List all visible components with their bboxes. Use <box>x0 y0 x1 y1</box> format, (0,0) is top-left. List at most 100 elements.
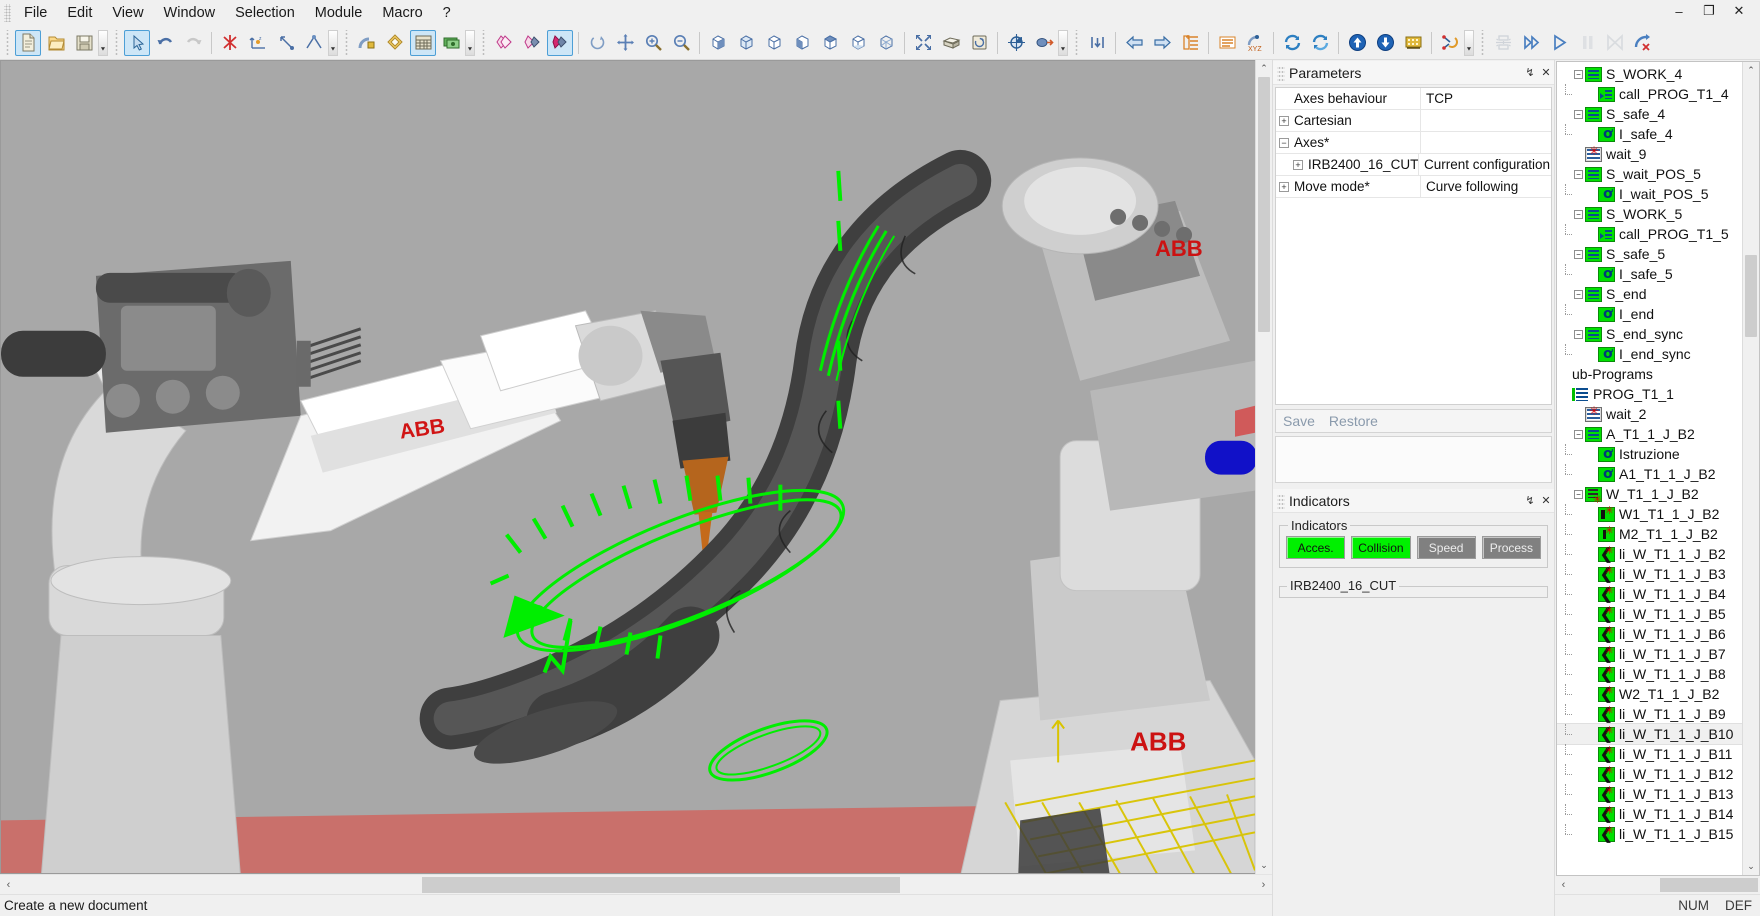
parameter-row[interactable]: Axes behaviour TCP <box>1276 88 1551 110</box>
tree-node[interactable]: li_W_T1_1_J_B12 <box>1557 764 1742 784</box>
upload-icon[interactable] <box>1344 30 1370 56</box>
tree-vscroll-thumb[interactable] <box>1745 255 1757 337</box>
save-button[interactable]: Save <box>1276 413 1322 429</box>
tree-node[interactable]: li_W_T1_1_J_B3 <box>1557 564 1742 584</box>
parameters-grid[interactable]: Axes behaviour TCP + Cartesian − Axes* +… <box>1275 87 1552 405</box>
robot-lock-icon[interactable] <box>354 30 380 56</box>
tree-node[interactable]: call_PROG_T1_4 <box>1557 84 1742 104</box>
minimize-button[interactable]: – <box>1664 0 1694 22</box>
row-expander[interactable]: + <box>1276 181 1292 192</box>
tree-expander[interactable]: − <box>1572 429 1585 439</box>
tree-expander[interactable]: − <box>1572 169 1585 179</box>
layers-icon[interactable] <box>382 30 408 56</box>
tree-vscroll-track[interactable] <box>1743 79 1759 858</box>
tree-node[interactable]: PROG_T1_1 <box>1557 384 1742 404</box>
program-tree-list[interactable]: − S_WORK_4 call_PROG_T1_4 − S_safe_4 I_safe_4… <box>1557 62 1742 875</box>
tree-node[interactable]: li_W_T1_1_J_B4 <box>1557 584 1742 604</box>
toolbar-overflow-file[interactable] <box>98 29 108 56</box>
tree-node[interactable]: − A_T1_1_J_B2 <box>1557 424 1742 444</box>
tree-node[interactable]: li_W_T1_1_J_B15 <box>1557 824 1742 844</box>
tree-node[interactable]: li_W_T1_1_J_B7 <box>1557 644 1742 664</box>
tree-expander[interactable]: − <box>1572 209 1585 219</box>
tree-expander[interactable]: − <box>1572 329 1585 339</box>
scroll-left-button[interactable]: ‹ <box>0 879 17 891</box>
menu-edit[interactable]: Edit <box>57 1 102 25</box>
tree-hscroll-thumb[interactable] <box>1660 878 1758 892</box>
tree-node[interactable]: − S_end_sync <box>1557 324 1742 344</box>
tree-node[interactable]: A1_T1_1_J_B2 <box>1557 464 1742 484</box>
menu-window[interactable]: Window <box>154 1 226 25</box>
view-top-icon[interactable] <box>817 30 843 56</box>
money-icon[interactable] <box>438 30 464 56</box>
menu-view[interactable]: View <box>102 1 153 25</box>
tree-expand-box[interactable]: − <box>1574 109 1583 119</box>
tree-node[interactable]: Istruzione <box>1557 444 1742 464</box>
indicator-access[interactable]: Acces. <box>1286 536 1346 559</box>
insert-step-icon[interactable] <box>1084 30 1110 56</box>
parameter-row[interactable]: + IRB2400_16_CUT Current configuration <box>1276 154 1551 176</box>
download-icon[interactable] <box>1372 30 1398 56</box>
toolbar-grip-robot[interactable] <box>343 29 351 56</box>
zoom-out-icon[interactable] <box>668 30 694 56</box>
tree-scroll-up-button[interactable]: ⌃ <box>1743 62 1759 79</box>
view-iso-icon[interactable] <box>705 30 731 56</box>
pick-point-icon[interactable] <box>1031 30 1057 56</box>
view-front-icon[interactable] <box>733 30 759 56</box>
tree-scroll-down-button[interactable]: ⌄ <box>1743 858 1759 875</box>
section-icon[interactable] <box>966 30 992 56</box>
pan-icon[interactable] <box>612 30 638 56</box>
fit-all-icon[interactable] <box>910 30 936 56</box>
view-back-icon[interactable] <box>761 30 787 56</box>
save-document-icon[interactable] <box>71 30 97 56</box>
maximize-button[interactable]: ❐ <box>1694 0 1724 22</box>
tree-node[interactable]: I_wait_POS_5 <box>1557 184 1742 204</box>
parameter-value[interactable]: Curve following <box>1421 179 1551 194</box>
zoom-in-icon[interactable] <box>640 30 666 56</box>
tree-node[interactable]: call_PROG_T1_5 <box>1557 224 1742 244</box>
refresh-blue-icon[interactable] <box>1307 30 1333 56</box>
hscroll-track[interactable] <box>17 876 1255 894</box>
menu-selection[interactable]: Selection <box>225 1 305 25</box>
tree-expander[interactable]: − <box>1572 109 1585 119</box>
view-wire-icon[interactable] <box>873 30 899 56</box>
tree-node[interactable]: li_W_T1_1_J_B2 <box>1557 544 1742 564</box>
box-shade-icon[interactable] <box>938 30 964 56</box>
close-icon[interactable]: ✕ <box>1538 492 1554 510</box>
pin-icon[interactable]: ↯ <box>1522 64 1538 82</box>
menu-help[interactable]: ? <box>433 1 461 25</box>
menu-grip[interactable] <box>4 3 11 22</box>
xyz-icon[interactable]: XYZ <box>1242 30 1268 56</box>
chip-icon[interactable] <box>1400 30 1426 56</box>
indicator-speed[interactable]: Speed <box>1416 536 1476 559</box>
tree-vertical-scrollbar[interactable]: ⌃ ⌄ <box>1742 62 1759 875</box>
tree-node[interactable]: − S_safe_4 <box>1557 104 1742 124</box>
close-icon[interactable]: ✕ <box>1538 64 1554 82</box>
tree-node[interactable]: − S_safe_5 <box>1557 244 1742 264</box>
tree-node[interactable]: li_W_T1_1_J_B13 <box>1557 784 1742 804</box>
expand-box[interactable]: + <box>1293 159 1303 170</box>
fill-layer-icon[interactable] <box>547 29 573 56</box>
tree-node[interactable]: − S_end <box>1557 284 1742 304</box>
grid-table-icon[interactable] <box>410 29 436 56</box>
hscroll-thumb[interactable] <box>422 876 900 893</box>
rotate-point-icon[interactable] <box>273 30 299 56</box>
tree-node[interactable]: I_end <box>1557 304 1742 324</box>
viewport-vertical-scrollbar[interactable]: ⌃ ⌄ <box>1255 60 1272 874</box>
tree-node[interactable]: ub-Programs <box>1557 364 1742 384</box>
vscroll-track[interactable] <box>1256 77 1272 857</box>
open-document-icon[interactable] <box>43 30 69 56</box>
scroll-up-button[interactable]: ⌃ <box>1256 60 1272 77</box>
tree-node[interactable]: − S_wait_POS_5 <box>1557 164 1742 184</box>
collapse-box[interactable]: − <box>1279 137 1289 148</box>
viewport-horizontal-scrollbar[interactable]: ‹ › <box>0 874 1272 894</box>
toolbar-overflow-edit[interactable] <box>328 29 338 56</box>
tree-node[interactable]: li_W_T1_1_J_B11 <box>1557 744 1742 764</box>
tree-expand-box[interactable]: − <box>1574 249 1583 259</box>
pin-icon[interactable]: ↯ <box>1522 492 1538 510</box>
tree-node[interactable]: li_W_T1_1_J_B8 <box>1557 664 1742 684</box>
row-expander[interactable]: + <box>1276 115 1292 126</box>
weld-path-icon[interactable] <box>1437 30 1463 56</box>
delete-point-icon[interactable] <box>217 30 243 56</box>
tree-node[interactable]: W1_T1_1_J_B2 <box>1557 504 1742 524</box>
expand-box[interactable]: + <box>1279 115 1289 126</box>
